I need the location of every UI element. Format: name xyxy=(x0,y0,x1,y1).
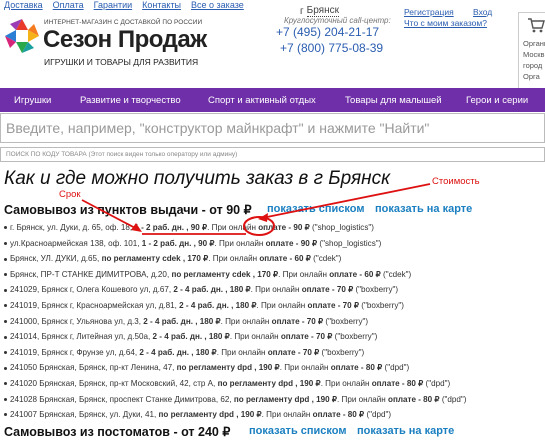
nav-link-guarantee[interactable]: Гарантии xyxy=(94,0,133,14)
pickup-point-text: 241050 Брянская, Брянск, пр-кт Ленина, 4… xyxy=(10,363,410,373)
pickup-point-text: 241014, Брянск г, Литейная ул, д.50а, 2 … xyxy=(10,332,378,342)
list-item: 241050 Брянская, Брянск, пр-кт Ленина, 4… xyxy=(0,360,466,376)
brand-tagline: ИГРУШКИ И ТОВАРЫ ДЛЯ РАЗВИТИЯ xyxy=(44,57,199,67)
list-item: 241028 Брянская, Брянск, проспект Станке… xyxy=(0,392,466,408)
phone-caption: Круглосуточный call-центр: xyxy=(284,16,391,25)
annotation-cost: Стоимость xyxy=(432,176,480,187)
menu-item-development[interactable]: Развитие и творчество xyxy=(80,95,181,106)
brand-name[interactable]: Сезон Продаж xyxy=(43,26,207,54)
list-item: Брянск, УЛ. ДУКИ, д.65, по регламенту cd… xyxy=(0,251,466,267)
nav-link-order-info[interactable]: Все о заказе xyxy=(191,0,244,14)
track-order-link[interactable]: Что с моим заказом? xyxy=(404,18,487,28)
page-title: Как и где можно получить заказ в г Брянс… xyxy=(4,168,391,189)
nav-link-payment[interactable]: Оплата xyxy=(53,0,84,14)
list-item: ул.Красноармейская 138, оф. 101, 1 - 2 р… xyxy=(0,236,466,252)
pickup-point-text: 241007 Брянская, Брянск, ул. Дуки, 41, п… xyxy=(10,410,392,420)
pickup-point-text: Брянск, ПР-Т СТАНКЕ ДИМИТРОВА, д.20, по … xyxy=(10,269,412,279)
cart-line: Орга xyxy=(523,72,540,81)
pickup-point-text: Брянск, УЛ. ДУКИ, д.65, по регламенту cd… xyxy=(10,254,342,264)
cart-line: Организ. xyxy=(523,39,545,48)
phone-number-1[interactable]: +7 (495) 204-21-17 xyxy=(276,25,379,39)
list-item: 241019, Брянск г, Фрунзе ул, д.64, 2 - 4… xyxy=(0,345,466,361)
annotation-srok: Срок xyxy=(59,189,81,200)
pickup-point-text: 241019, Брянск г, Фрунзе ул, д.64, 2 - 4… xyxy=(10,347,365,357)
cart-icon[interactable] xyxy=(527,17,545,33)
pickup-show-map-link[interactable]: показать на карте xyxy=(375,203,472,215)
logo-star-icon[interactable] xyxy=(4,18,40,54)
menu-item-babies[interactable]: Товары для малышей xyxy=(345,95,442,106)
pickup-point-text: 241028 Брянская, Брянск, проспект Станке… xyxy=(10,394,467,404)
list-item: г. Брянск, ул. Дуки, д. 65, оф. 18, 1 - … xyxy=(0,220,466,236)
cart-widget[interactable]: Организ. Москв город Орга xyxy=(518,12,545,90)
login-link[interactable]: Вход xyxy=(473,7,492,17)
menu-item-sport[interactable]: Спорт и активный отдых xyxy=(208,95,316,106)
postamat-show-list-link[interactable]: показать списком xyxy=(249,425,346,437)
cart-line: Москв xyxy=(523,50,545,59)
pickup-point-text: 241000, Брянск г, Ульянова ул, д.3, 2 - … xyxy=(10,316,369,326)
list-item: 241029, Брянск г, Олега Кошевого ул, д.6… xyxy=(0,282,466,298)
phone-number-2[interactable]: +7 (800) 775-08-39 xyxy=(280,41,383,55)
pickup-points-list: г. Брянск, ул. Дуки, д. 65, оф. 18, 1 - … xyxy=(0,220,466,423)
pickup-point-text: г. Брянск, ул. Дуки, д. 65, оф. 18, 1 - … xyxy=(10,223,374,232)
city-prefix: г xyxy=(300,5,304,17)
postamat-show-map-link[interactable]: показать на карте xyxy=(357,425,454,437)
pickup-show-list-link[interactable]: показать списком xyxy=(267,203,364,215)
list-item: 241007 Брянская, Брянск, ул. Дуки, 41, п… xyxy=(0,407,466,423)
list-item: 241000, Брянск г, Ульянова ул, д.3, 2 - … xyxy=(0,314,466,330)
main-menu: Игрушки Развитие и творчество Спорт и ак… xyxy=(0,88,545,112)
menu-item-heroes[interactable]: Герои и серии xyxy=(466,95,528,106)
postamat-section-title: Самовывоз из постоматов - от 240 ₽ xyxy=(4,425,231,439)
search-input[interactable]: Введите, например, "конструктор майнкраф… xyxy=(0,113,545,143)
nav-link-contacts[interactable]: Контакты xyxy=(142,0,181,14)
nav-link-delivery[interactable]: Доставка xyxy=(4,0,43,14)
top-nav: Доставка Оплата Гарантии Контакты Все о … xyxy=(4,0,244,14)
list-item: 241019, Брянск г, Красноармейская ул, д.… xyxy=(0,298,466,314)
pickup-point-text: 241029, Брянск г, Олега Кошевого ул, д.6… xyxy=(10,285,399,295)
list-item: Брянск, ПР-Т СТАНКЕ ДИМИТРОВА, д.20, по … xyxy=(0,267,466,283)
list-item: 241014, Брянск г, Литейная ул, д.50а, 2 … xyxy=(0,329,466,345)
pickup-point-text: 241020 Брянская, Брянск, пр-кт Московски… xyxy=(10,378,451,388)
product-code-search-input[interactable]: ПОИСК ПО КОДУ ТОВАРА (Этот поиск виден т… xyxy=(0,147,545,162)
pickup-section-title: Самовывоз из пунктов выдачи - от 90 ₽ xyxy=(4,203,252,217)
pickup-point-text: ул.Красноармейская 138, оф. 101, 1 - 2 р… xyxy=(10,238,382,248)
pickup-point-text: 241019, Брянск г, Красноармейская ул, д.… xyxy=(10,300,404,310)
brand-subtitle: ИНТЕРНЕТ-МАГАЗИН С ДОСТАВКОЙ ПО РОССИИ xyxy=(44,19,203,26)
register-link[interactable]: Регистрация xyxy=(404,7,454,17)
menu-item-toys[interactable]: Игрушки xyxy=(14,95,51,106)
cart-line: город xyxy=(523,61,543,70)
list-item: 241020 Брянская, Брянск, пр-кт Московски… xyxy=(0,376,466,392)
